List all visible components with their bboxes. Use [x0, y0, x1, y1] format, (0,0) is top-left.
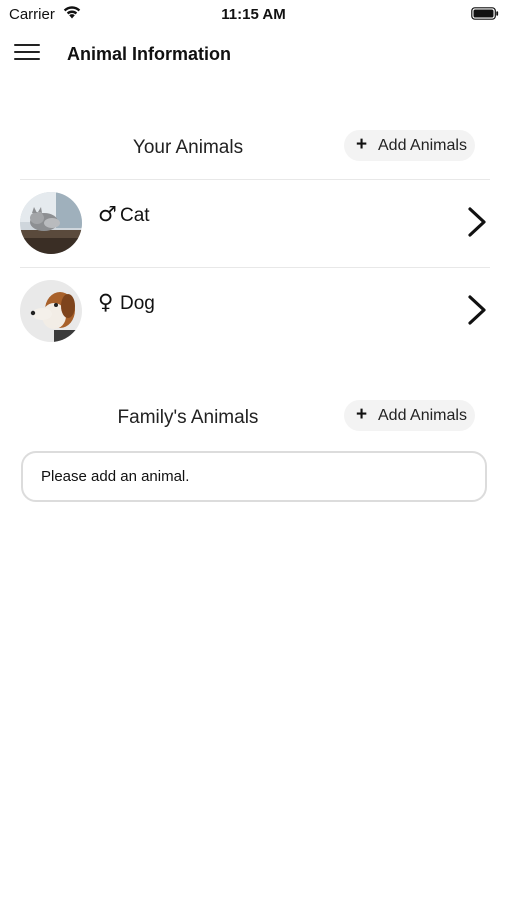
nav-bar: Animal Information — [0, 30, 507, 80]
add-animals-label: Add Animals — [378, 407, 467, 424]
family-animals-title: Family's Animals — [117, 407, 259, 428]
your-animals-title: Your Animals — [132, 137, 244, 158]
clock-time: 11:15 AM — [221, 6, 286, 23]
hamburger-menu-icon[interactable] — [14, 41, 42, 63]
status-bar: Carrier 11:15 AM — [0, 0, 507, 28]
animal-name: Dog — [120, 293, 155, 314]
plus-icon: + — [356, 404, 368, 425]
animal-row-cat[interactable]: ♂ Cat — [0, 180, 507, 266]
animal-name: Cat — [120, 205, 150, 226]
add-animals-label: Add Animals — [378, 137, 467, 154]
add-family-animals-button[interactable]: + Add Animals — [344, 400, 475, 431]
battery-icon — [471, 7, 499, 20]
chevron-right-icon[interactable] — [466, 206, 488, 238]
male-icon: ♂ — [98, 202, 117, 226]
female-icon: ♀ — [98, 290, 114, 314]
empty-state-message: Please add an animal. — [41, 468, 190, 485]
dog-avatar — [20, 280, 82, 342]
add-animals-button[interactable]: + Add Animals — [344, 130, 475, 161]
plus-icon: + — [356, 134, 368, 155]
page-title: Animal Information — [67, 44, 232, 64]
animal-row-dog[interactable]: ♀ Dog — [0, 268, 507, 354]
chevron-right-icon[interactable] — [466, 294, 488, 326]
your-animals-header: Your Animals + Add Animals — [0, 127, 507, 167]
empty-state-box: Please add an animal. — [21, 451, 487, 502]
cat-avatar — [20, 192, 82, 254]
family-animals-header: Family's Animals + Add Animals — [0, 397, 507, 437]
